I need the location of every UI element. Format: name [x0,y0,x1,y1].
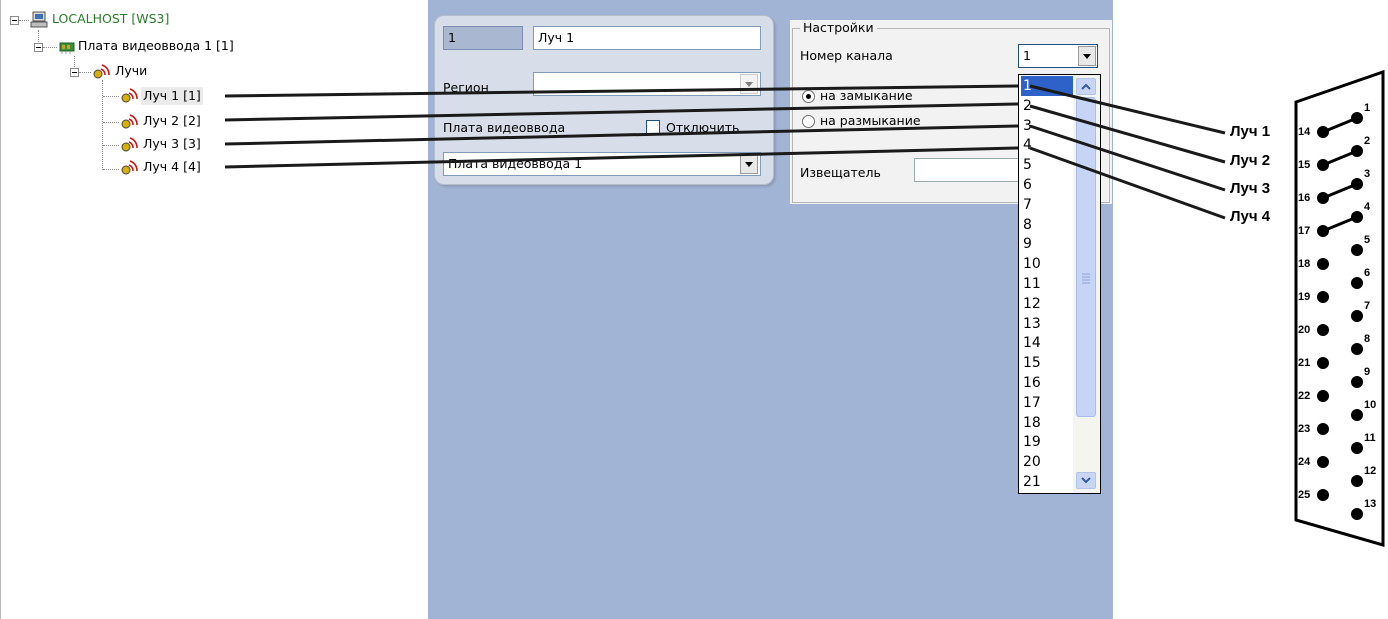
beam-label: Луч 1 [1230,123,1271,140]
wiring-lines [224,84,1226,220]
wire-line [224,84,1019,98]
wire-line [224,124,1019,146]
wire-line [1029,104,1226,164]
wire-line [1029,84,1226,135]
beam-label: Луч 3 [1230,180,1271,197]
beam-label: Луч 2 [1230,152,1271,169]
beam-label: Луч 4 [1230,208,1271,225]
wire-line [224,102,1019,122]
wire-line [224,146,1019,169]
